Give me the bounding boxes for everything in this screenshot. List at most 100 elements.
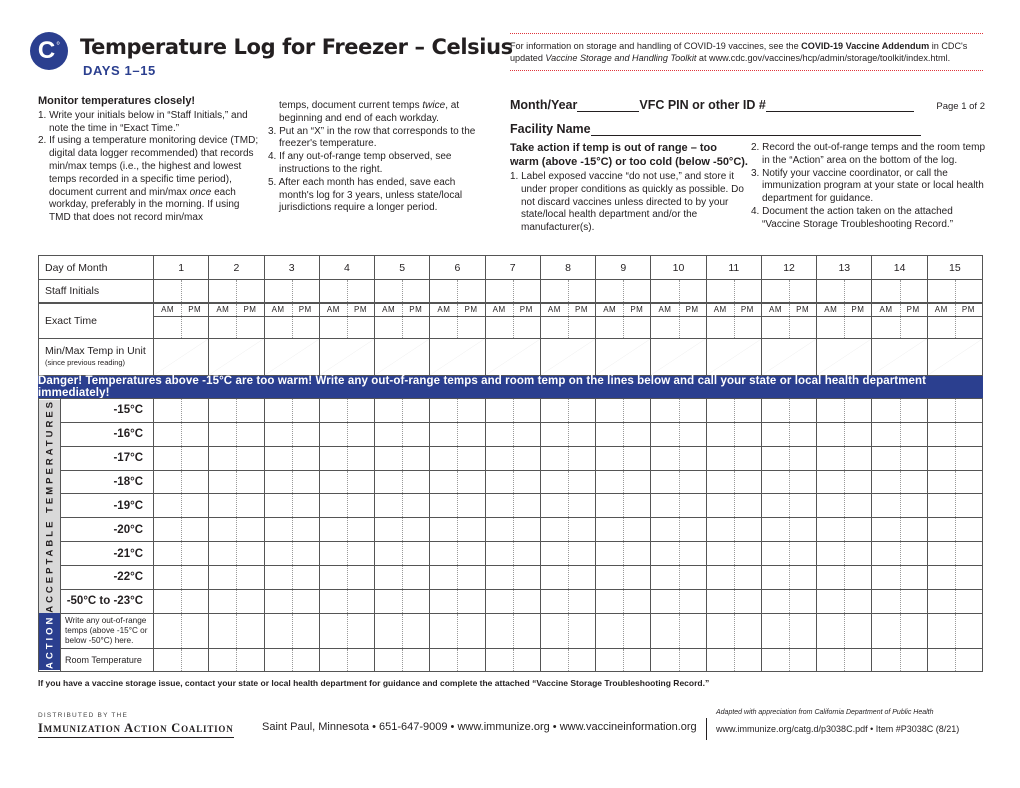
temperature-cell[interactable]: [595, 541, 652, 567]
temperature-cell[interactable]: [374, 588, 431, 614]
minmax-cell[interactable]: [484, 338, 541, 376]
temperature-cell[interactable]: [539, 588, 597, 614]
temperature-cell[interactable]: [484, 445, 541, 471]
temperature-cell[interactable]: [926, 469, 984, 495]
temperature-cell[interactable]: [595, 493, 652, 519]
temperature-cell[interactable]: [816, 421, 873, 447]
out-of-range-cell[interactable]: [539, 612, 597, 649]
temperature-cell[interactable]: [374, 398, 431, 423]
temperature-cell[interactable]: [595, 588, 652, 614]
temperature-cell[interactable]: [926, 517, 984, 543]
temperature-cell[interactable]: [429, 517, 486, 543]
out-of-range-cell[interactable]: [318, 612, 376, 649]
temperature-cell[interactable]: [760, 541, 818, 567]
minmax-cell[interactable]: [152, 338, 210, 376]
temperature-cell[interactable]: [429, 445, 486, 471]
temperature-cell[interactable]: [539, 469, 597, 495]
temperature-cell[interactable]: [650, 398, 707, 423]
room-temperature-cell[interactable]: [760, 647, 818, 672]
temperature-cell[interactable]: [816, 493, 873, 519]
temperature-cell[interactable]: [705, 469, 762, 495]
room-temperature-cell[interactable]: [926, 647, 984, 672]
minmax-cell[interactable]: [595, 338, 652, 376]
temperature-cell[interactable]: [208, 398, 265, 423]
temperature-cell[interactable]: [926, 398, 984, 423]
temperature-cell[interactable]: [871, 493, 928, 519]
minmax-cell[interactable]: [650, 338, 707, 376]
temperature-cell[interactable]: [484, 469, 541, 495]
exact-time-cell[interactable]: [152, 316, 210, 339]
temperature-cell[interactable]: [650, 588, 707, 614]
temperature-cell[interactable]: [705, 565, 762, 590]
staff-initials-cell[interactable]: [816, 279, 873, 303]
temperature-cell[interactable]: [595, 398, 652, 423]
out-of-range-cell[interactable]: [760, 612, 818, 649]
temperature-cell[interactable]: [318, 493, 376, 519]
staff-initials-cell[interactable]: [208, 279, 265, 303]
minmax-cell[interactable]: [318, 338, 376, 376]
temperature-cell[interactable]: [871, 517, 928, 543]
room-temperature-cell[interactable]: [705, 647, 762, 672]
temperature-cell[interactable]: [429, 565, 486, 590]
temperature-cell[interactable]: [318, 469, 376, 495]
temperature-cell[interactable]: [484, 398, 541, 423]
staff-initials-cell[interactable]: [318, 279, 376, 303]
exact-time-cell[interactable]: [484, 316, 541, 339]
temperature-cell[interactable]: [374, 565, 431, 590]
temperature-cell[interactable]: [650, 565, 707, 590]
out-of-range-cell[interactable]: [429, 612, 486, 649]
temperature-cell[interactable]: [263, 469, 320, 495]
temperature-cell[interactable]: [484, 421, 541, 447]
temperature-cell[interactable]: [871, 445, 928, 471]
staff-initials-cell[interactable]: [871, 279, 928, 303]
temperature-cell[interactable]: [318, 541, 376, 567]
temperature-cell[interactable]: [429, 421, 486, 447]
temperature-cell[interactable]: [705, 493, 762, 519]
temperature-cell[interactable]: [539, 517, 597, 543]
temperature-cell[interactable]: [318, 517, 376, 543]
temperature-cell[interactable]: [374, 421, 431, 447]
temperature-cell[interactable]: [650, 445, 707, 471]
temperature-cell[interactable]: [871, 565, 928, 590]
minmax-cell[interactable]: [539, 338, 597, 376]
temperature-cell[interactable]: [318, 588, 376, 614]
temperature-cell[interactable]: [595, 517, 652, 543]
temperature-cell[interactable]: [595, 565, 652, 590]
month-year-field[interactable]: [577, 100, 640, 112]
temperature-cell[interactable]: [429, 469, 486, 495]
out-of-range-cell[interactable]: [208, 612, 265, 649]
temperature-cell[interactable]: [374, 517, 431, 543]
out-of-range-cell[interactable]: [484, 612, 541, 649]
minmax-cell[interactable]: [760, 338, 818, 376]
out-of-range-cell[interactable]: [871, 612, 928, 649]
temperature-cell[interactable]: [650, 493, 707, 519]
room-temperature-cell[interactable]: [429, 647, 486, 672]
staff-initials-cell[interactable]: [152, 279, 210, 303]
temperature-cell[interactable]: [152, 565, 210, 590]
out-of-range-cell[interactable]: [705, 612, 762, 649]
temperature-cell[interactable]: [705, 517, 762, 543]
out-of-range-cell[interactable]: [374, 612, 431, 649]
temperature-cell[interactable]: [208, 588, 265, 614]
room-temperature-cell[interactable]: [539, 647, 597, 672]
exact-time-cell[interactable]: [595, 316, 652, 339]
temperature-cell[interactable]: [263, 421, 320, 447]
minmax-cell[interactable]: [429, 338, 486, 376]
temperature-cell[interactable]: [318, 445, 376, 471]
minmax-cell[interactable]: [705, 338, 762, 376]
temperature-cell[interactable]: [871, 541, 928, 567]
temperature-cell[interactable]: [208, 565, 265, 590]
temperature-cell[interactable]: [484, 565, 541, 590]
room-temperature-cell[interactable]: [484, 647, 541, 672]
staff-initials-cell[interactable]: [650, 279, 707, 303]
vfc-pin-field[interactable]: [765, 100, 914, 112]
exact-time-cell[interactable]: [263, 316, 320, 339]
temperature-cell[interactable]: [705, 445, 762, 471]
temperature-cell[interactable]: [208, 541, 265, 567]
minmax-cell[interactable]: [263, 338, 320, 376]
temperature-cell[interactable]: [926, 588, 984, 614]
temperature-cell[interactable]: [705, 588, 762, 614]
temperature-cell[interactable]: [152, 469, 210, 495]
out-of-range-cell[interactable]: [926, 612, 984, 649]
temperature-cell[interactable]: [705, 541, 762, 567]
